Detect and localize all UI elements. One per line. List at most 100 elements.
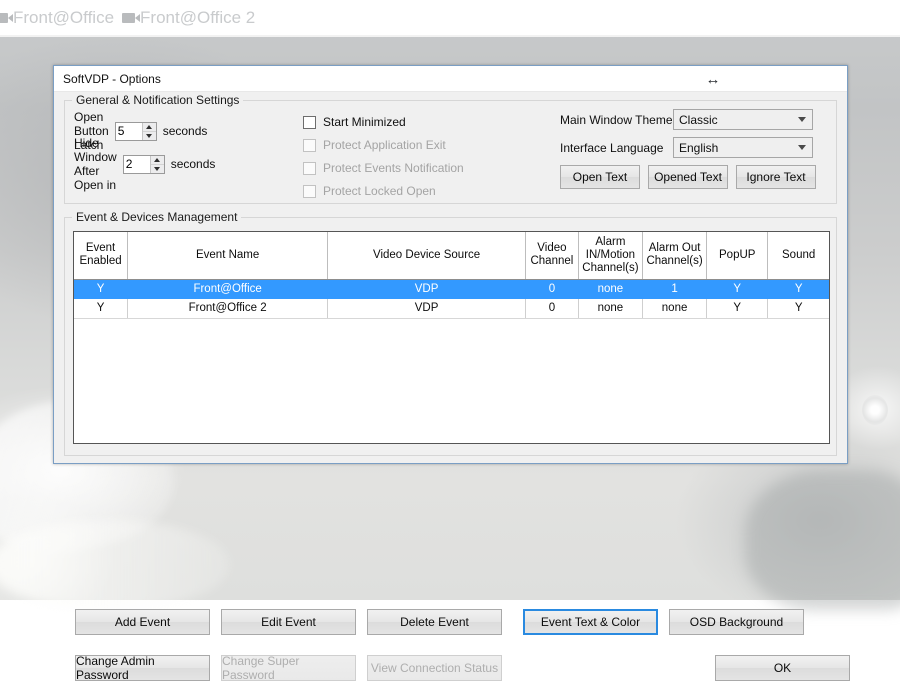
column-header-sound[interactable]: Sound	[767, 232, 829, 280]
events-devices-group: Event & Devices Management Event Enabled …	[64, 210, 850, 682]
events-devices-legend: Event & Devices Management	[72, 210, 242, 224]
checkbox-label: Protect Locked Open	[323, 184, 436, 198]
theme-language-column: Main Window Theme Classic Interface Lang…	[560, 109, 825, 189]
camera-tab-bar: Front@Office Front@Office 2	[0, 0, 900, 35]
checkbox-label: Start Minimized	[323, 115, 406, 129]
checkbox-icon[interactable]	[303, 115, 316, 129]
add-event-button[interactable]: Add Event	[75, 609, 210, 635]
header-text: PopUP	[719, 248, 756, 261]
column-header-alarm-out-channels[interactable]: Alarm Out Channel(s)	[642, 232, 708, 280]
main-window-theme-label: Main Window Theme	[560, 112, 673, 127]
table-cell: Y	[767, 279, 829, 299]
header-text: Sound	[782, 248, 816, 261]
header-text: Event Name	[195, 248, 260, 261]
events-table-header-row: Event Enabled Event Name Video Device Sou…	[74, 232, 829, 280]
table-cell: 0	[525, 298, 579, 319]
password-actions-row: Change Admin Password Change Super Passw…	[75, 654, 850, 682]
video-camera-icon	[0, 12, 13, 23]
delete-event-button[interactable]: Delete Event	[367, 609, 502, 635]
table-cell: 0	[525, 279, 579, 299]
open-button-latch-input[interactable]	[115, 122, 142, 140]
checkbox-icon	[303, 161, 316, 175]
background-shape-wheel	[862, 395, 888, 425]
header-text: Video Device Source	[372, 248, 481, 261]
chevron-down-icon	[798, 117, 806, 122]
table-cell: VDP	[327, 298, 526, 319]
hide-window-unit: seconds	[170, 157, 216, 171]
table-cell: Y	[767, 298, 829, 319]
osd-background-button[interactable]: OSD Background	[669, 609, 804, 635]
stepper-down-icon[interactable]	[143, 132, 156, 140]
dialog-title: SoftVDP - Options	[63, 71, 161, 86]
table-cell: none	[578, 298, 644, 319]
checkbox-protect-events-notification: Protect Events Notification	[303, 157, 464, 179]
main-window-theme-select[interactable]: Classic	[673, 109, 813, 130]
hide-window-row: Hide Window After Open in seconds	[74, 136, 216, 192]
camera-tab-label: Front@Office	[13, 7, 115, 27]
ignore-text-button[interactable]: Ignore Text	[736, 165, 816, 189]
dialog-title-bar[interactable]: SoftVDP - Options ↔	[54, 66, 847, 92]
table-cell: Y	[74, 298, 129, 319]
change-admin-password-button[interactable]: Change Admin Password	[75, 654, 210, 682]
event-text-and-color-button[interactable]: Event Text & Color	[523, 609, 658, 635]
interface-language-select[interactable]: English	[673, 137, 813, 158]
camera-tab-label: Front@Office 2	[140, 7, 256, 27]
stepper-down-icon[interactable]	[151, 165, 164, 173]
change-super-password-button: Change Super Password	[221, 654, 356, 682]
table-cell: 1	[642, 279, 708, 299]
hide-window-label: Hide Window After Open in	[74, 136, 117, 192]
table-row[interactable]: Y Front@Office VDP 0 none 1 Y Y	[74, 279, 829, 299]
main-window-theme-value: Classic	[679, 112, 718, 127]
column-header-event-enabled[interactable]: Event Enabled	[74, 232, 129, 280]
interface-language-label: Interface Language	[560, 140, 664, 155]
view-connection-status-button: View Connection Status	[367, 655, 502, 681]
camera-tab-front-office[interactable]: Front@Office	[0, 8, 120, 28]
checkbox-icon	[303, 138, 316, 152]
checkbox-label: Protect Events Notification	[323, 161, 464, 175]
header-text: Alarm Out Channel(s)	[646, 242, 703, 268]
topbar-divider	[0, 35, 900, 37]
checkbox-protect-application-exit: Protect Application Exit	[303, 134, 464, 156]
column-header-video-channel[interactable]: Video Channel	[525, 232, 579, 280]
header-text: Alarm IN/Motion Channel(s)	[582, 235, 639, 274]
edit-event-button[interactable]: Edit Event	[221, 609, 356, 635]
table-row[interactable]: Y Front@Office 2 VDP 0 none none Y Y	[74, 298, 829, 319]
dialog-client-area: General & Notification Settings Open But…	[54, 92, 850, 682]
ok-button[interactable]: OK	[715, 655, 850, 681]
general-settings-group: General & Notification Settings Open But…	[64, 93, 837, 204]
camera-tab-front-office-2[interactable]: Front@Office 2	[120, 8, 261, 28]
checkbox-label: Protect Application Exit	[323, 138, 446, 152]
video-camera-icon	[122, 12, 141, 23]
checkbox-start-minimized[interactable]: Start Minimized	[303, 111, 464, 133]
open-button-latch-stepper[interactable]	[114, 121, 157, 141]
table-cell: Y	[706, 298, 769, 319]
events-table-body: Y Front@Office VDP 0 none 1 Y Y Y Front@Office 2V…	[74, 279, 829, 319]
text-buttons-row: Open Text Opened Text Ignore Text	[560, 165, 825, 189]
horizontal-resize-cursor-icon: ↔	[705, 70, 721, 88]
table-cell: Front@Office 2	[127, 298, 329, 319]
hide-window-input[interactable]	[123, 155, 150, 173]
column-header-alarm-in-motion-channels[interactable]: Alarm IN/Motion Channel(s)	[578, 232, 644, 280]
main-window-theme-row: Main Window Theme Classic	[560, 109, 825, 130]
hide-window-stepper[interactable]	[122, 154, 165, 174]
column-header-popup[interactable]: PopUP	[706, 232, 769, 280]
events-table-container[interactable]: Event Enabled Event Name Video Device Sou…	[73, 231, 830, 444]
open-button-latch-unit: seconds	[162, 124, 208, 138]
table-cell: none	[642, 298, 708, 319]
protection-checkbox-column: Start Minimized Protect Application Exit…	[303, 111, 464, 203]
table-cell: Front@Office	[127, 279, 329, 299]
table-cell: VDP	[327, 279, 526, 299]
header-text: Video Channel	[530, 242, 574, 268]
table-cell: none	[578, 279, 644, 299]
events-table: Event Enabled Event Name Video Device Sou…	[74, 232, 829, 319]
options-dialog: SoftVDP - Options ↔ General & Notificati…	[53, 65, 850, 682]
column-header-video-device-source[interactable]: Video Device Source	[327, 232, 526, 280]
stepper-up-icon[interactable]	[150, 156, 164, 165]
table-cell: Y	[706, 279, 769, 299]
opened-text-button[interactable]: Opened Text	[648, 165, 728, 189]
stepper-up-icon[interactable]	[142, 123, 156, 132]
header-text: Event Enabled	[79, 242, 122, 268]
column-header-event-name[interactable]: Event Name	[127, 232, 329, 280]
open-text-button[interactable]: Open Text	[560, 165, 640, 189]
background-shape-bottom-left	[0, 520, 230, 610]
